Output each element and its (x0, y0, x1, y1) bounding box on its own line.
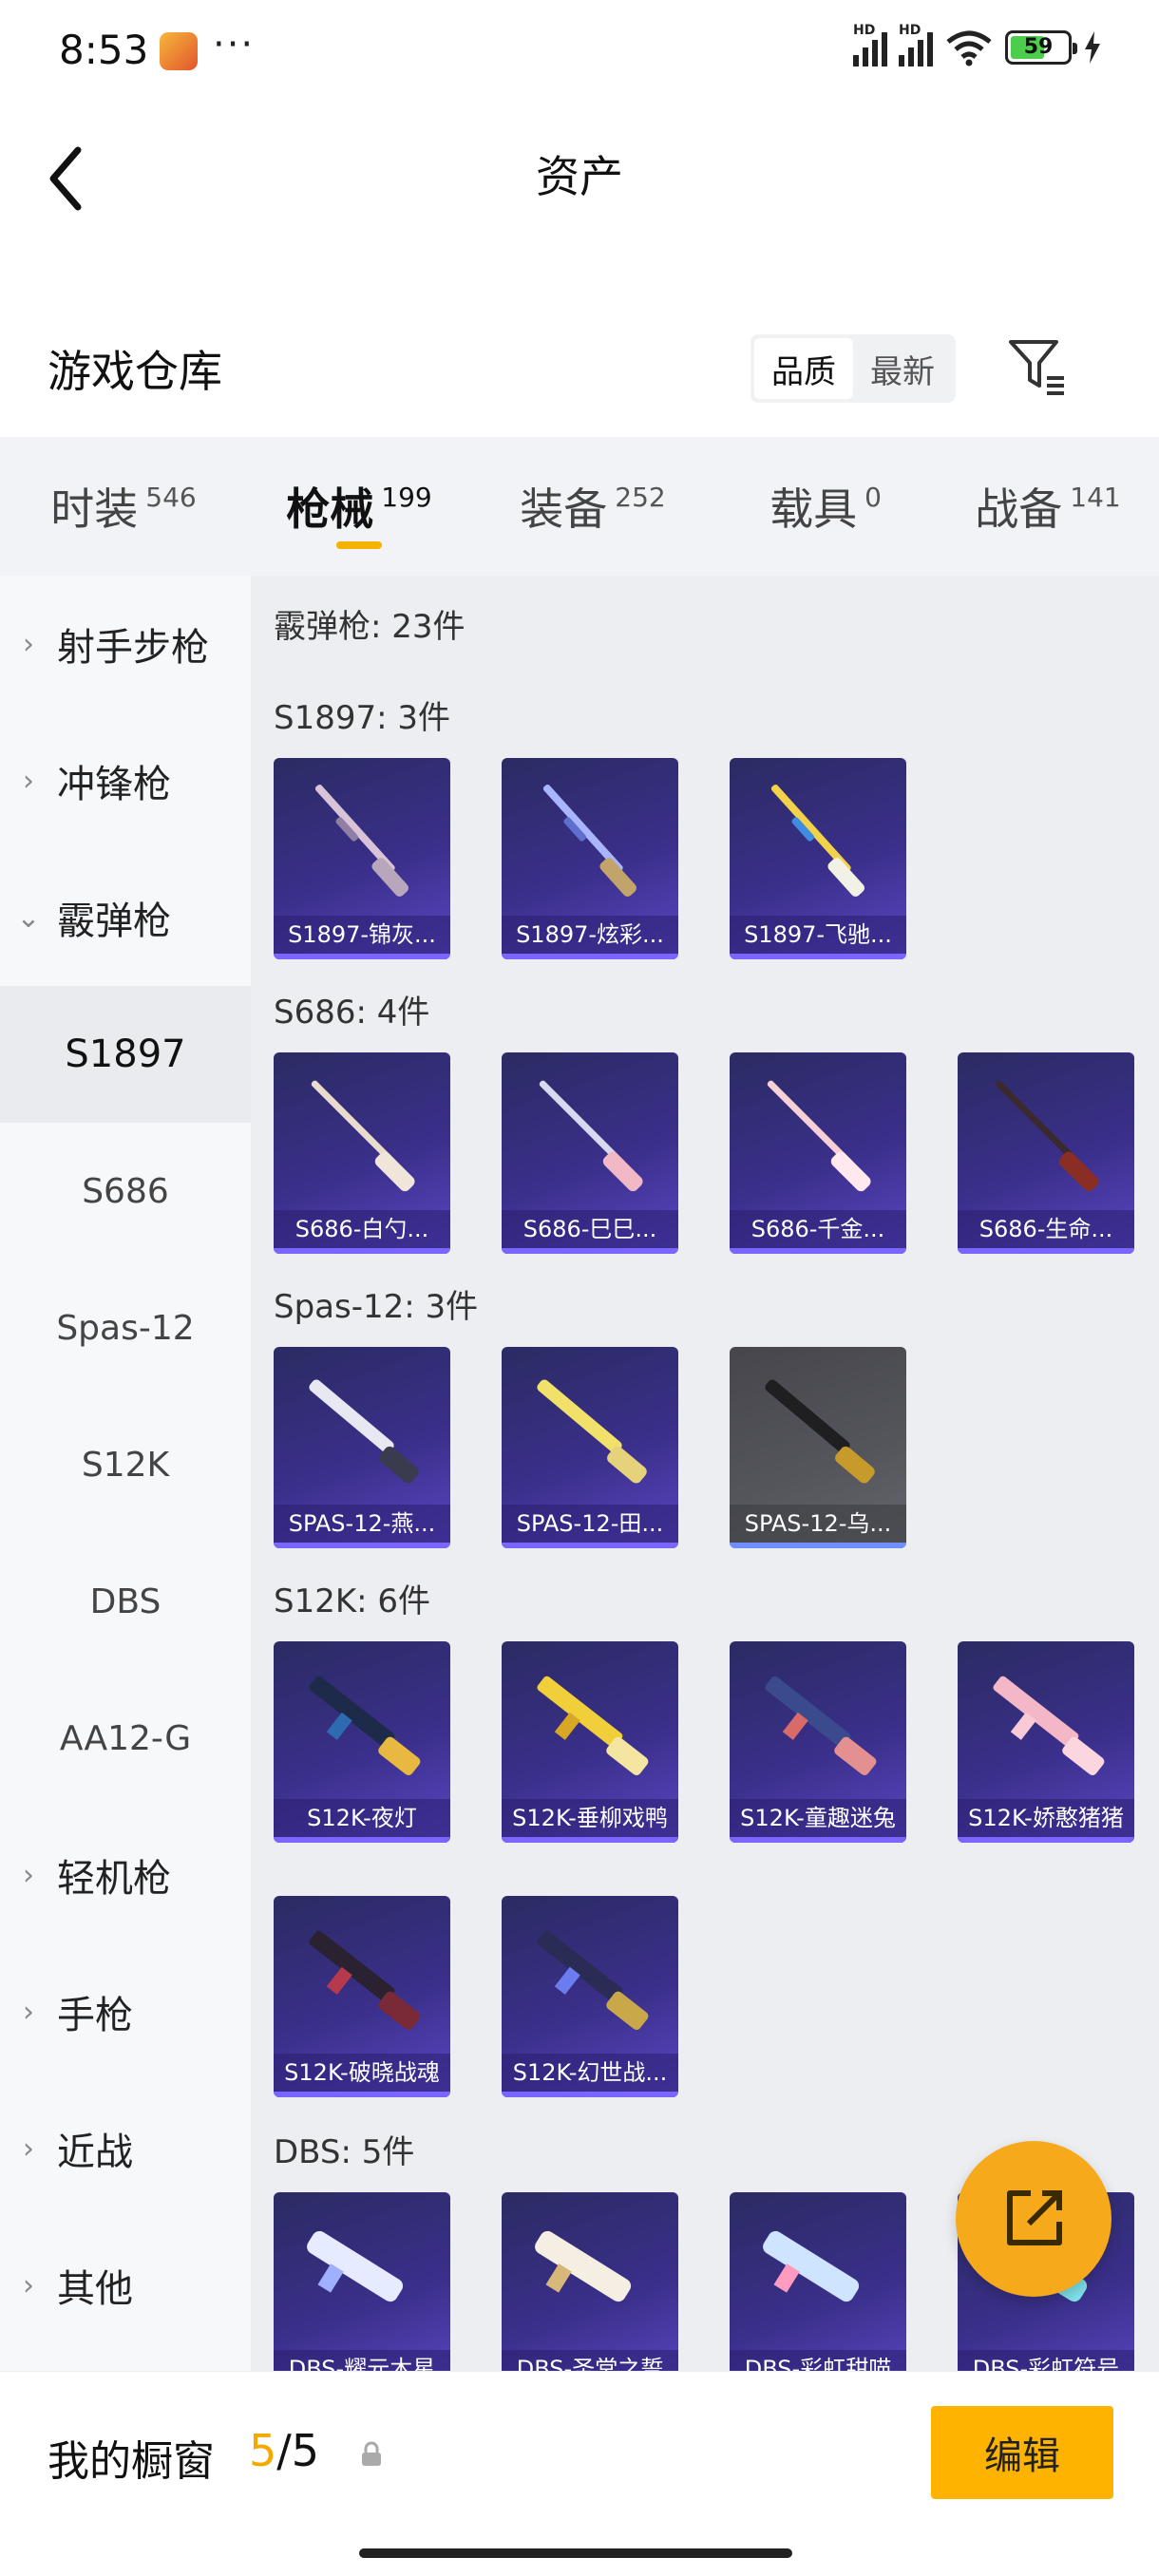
chevron-right-icon: › (23, 764, 34, 798)
shotgun-image (537, 1379, 647, 1484)
shotgun-image (770, 784, 865, 897)
skin-card[interactable]: S12K-垂柳戏鸭 (502, 1641, 678, 1843)
shotgun-image (542, 784, 637, 897)
shotgun-image (765, 1676, 877, 1775)
sidebar-item-s686[interactable]: S686 (0, 1123, 251, 1260)
sidebar-item-marksman-rifle[interactable]: › 射手步枪 (0, 576, 251, 712)
shotgun-image (767, 1080, 871, 1192)
shotgun-image (537, 1676, 649, 1775)
home-indicator[interactable] (359, 2548, 792, 2558)
shotgun-image (537, 1930, 649, 2030)
sort-quality-button[interactable]: 品质 (754, 338, 853, 399)
wifi-icon (946, 30, 992, 66)
shotgun-image (311, 1080, 415, 1192)
showcase-label: 我的橱窗 (48, 2437, 215, 2486)
showcase-count: 5/5 (249, 2425, 320, 2476)
tab-fashion[interactable]: 时装 546 (0, 437, 247, 576)
shotgun-image (535, 2230, 632, 2302)
skin-card[interactable]: S686-生命... (958, 1052, 1134, 1254)
skin-card[interactable]: S12K-幻世战... (502, 1896, 678, 2097)
share-button[interactable] (956, 2141, 1112, 2297)
chevron-down-icon: ⌄ (16, 900, 41, 935)
battery-icon: 59 (1005, 30, 1077, 65)
skin-card[interactable]: S12K-破晓战魂 (274, 1896, 450, 2097)
group-label: S686: 4件 (274, 994, 430, 1032)
sidebar-item-other[interactable]: › 其他 (0, 2217, 251, 2354)
group-label: DBS: 5件 (274, 2133, 415, 2171)
tab-equipment[interactable]: 装备 252 (471, 437, 714, 576)
skin-card[interactable]: S1897-锦灰... (274, 758, 450, 959)
signal-icon-2: HD (899, 23, 933, 66)
shotgun-image (995, 1080, 1099, 1192)
shotgun-image (314, 784, 409, 897)
charging-icon (1085, 31, 1100, 64)
chevron-right-icon: › (23, 1858, 34, 1892)
more-notifications-icon: ··· (213, 23, 256, 66)
showcase-bar: 我的橱窗 5/5 编辑 (0, 2371, 1159, 2576)
skin-card[interactable]: S12K-童趣迷兔 (730, 1641, 906, 1843)
skin-card[interactable]: DBS-彩虹甜喵 (730, 2192, 906, 2371)
active-tab-indicator (336, 541, 382, 549)
signal-icon: HD (853, 23, 887, 66)
chevron-right-icon: › (23, 2131, 34, 2166)
sort-toggle: 品质 最新 (750, 334, 956, 403)
sidebar-item-melee[interactable]: › 近战 (0, 2080, 251, 2217)
skin-card[interactable]: S1897-炫彩... (502, 758, 678, 959)
weapon-skin-list: 霰弹枪: 23件 S1897: 3件 S1897-锦灰... S1897-炫彩.… (251, 576, 1159, 2371)
status-time: 8:53 (59, 27, 149, 73)
chevron-right-icon: › (23, 627, 34, 661)
weapon-type-sidebar: › 射手步枪 › 冲锋枪 ⌄ 霰弹枪 S1897 S686 Spas-12 S12K … (0, 576, 251, 2371)
status-bar: 8:53 ··· HD HD 59 (0, 0, 1159, 104)
tab-firearms[interactable]: 枪械 199 (247, 437, 471, 576)
skin-card[interactable]: S686-巳巳... (502, 1052, 678, 1254)
chevron-right-icon: › (23, 2268, 34, 2302)
skin-card[interactable]: DBS-圣堂之誓 (502, 2192, 678, 2371)
sidebar-item-s12k[interactable]: S12K (0, 1396, 251, 1533)
sidebar-item-aa12g[interactable]: AA12-G (0, 1670, 251, 1807)
sidebar-item-smg[interactable]: › 冲锋枪 (0, 712, 251, 849)
category-tabs: 时装 546 枪械 199 装备 252 载具 0 战备 141 (0, 437, 1159, 576)
shotgun-image (763, 2230, 860, 2302)
skin-card[interactable]: S686-千金... (730, 1052, 906, 1254)
share-icon (1007, 2190, 1062, 2245)
skin-card[interactable]: SPAS-12-乌... (730, 1347, 906, 1548)
skin-card[interactable]: S12K-娇憨猪猪 (958, 1641, 1134, 1843)
edit-button[interactable]: 编辑 (931, 2406, 1113, 2499)
tab-tactical[interactable]: 战备 141 (937, 437, 1159, 576)
sidebar-item-s1897[interactable]: S1897 (0, 986, 251, 1123)
group-label: Spas-12: 3件 (274, 1288, 479, 1326)
page-title: 资产 (536, 151, 623, 202)
skin-card[interactable]: S12K-夜灯 (274, 1641, 450, 1843)
sort-newest-button[interactable]: 最新 (853, 338, 952, 399)
skin-card[interactable]: SPAS-12-田... (502, 1347, 678, 1548)
lock-icon (362, 2441, 381, 2466)
sidebar-item-spas12[interactable]: Spas-12 (0, 1260, 251, 1396)
filter-icon[interactable] (1005, 332, 1072, 399)
shotgun-image (307, 2230, 404, 2302)
shotgun-image (309, 1379, 419, 1484)
section-title: 游戏仓库 (48, 346, 222, 397)
skin-card[interactable]: SPAS-12-燕... (274, 1347, 450, 1548)
shotgun-image (309, 1676, 421, 1775)
sidebar-item-pistol[interactable]: › 手枪 (0, 1943, 251, 2080)
chevron-right-icon: › (23, 1995, 34, 2029)
shotgun-image (993, 1676, 1105, 1775)
shotgun-image (539, 1080, 643, 1192)
sidebar-item-dbs[interactable]: DBS (0, 1533, 251, 1670)
skin-card[interactable]: S686-白勺... (274, 1052, 450, 1254)
group-label: S1897: 3件 (274, 699, 451, 737)
shotgun-image (765, 1379, 875, 1484)
skin-card[interactable]: DBS-耀元木星 (274, 2192, 450, 2371)
tab-vehicles[interactable]: 载具 0 (714, 437, 937, 576)
shotgun-image (309, 1930, 421, 2030)
skin-card[interactable]: S1897-飞驰... (730, 758, 906, 959)
category-summary: 霰弹枪: 23件 (274, 608, 466, 646)
game-app-icon (160, 32, 198, 70)
group-label: S12K: 6件 (274, 1582, 431, 1620)
sidebar-item-lmg[interactable]: › 轻机枪 (0, 1807, 251, 1943)
sidebar-item-shotgun[interactable]: ⌄ 霰弹枪 (0, 849, 251, 986)
